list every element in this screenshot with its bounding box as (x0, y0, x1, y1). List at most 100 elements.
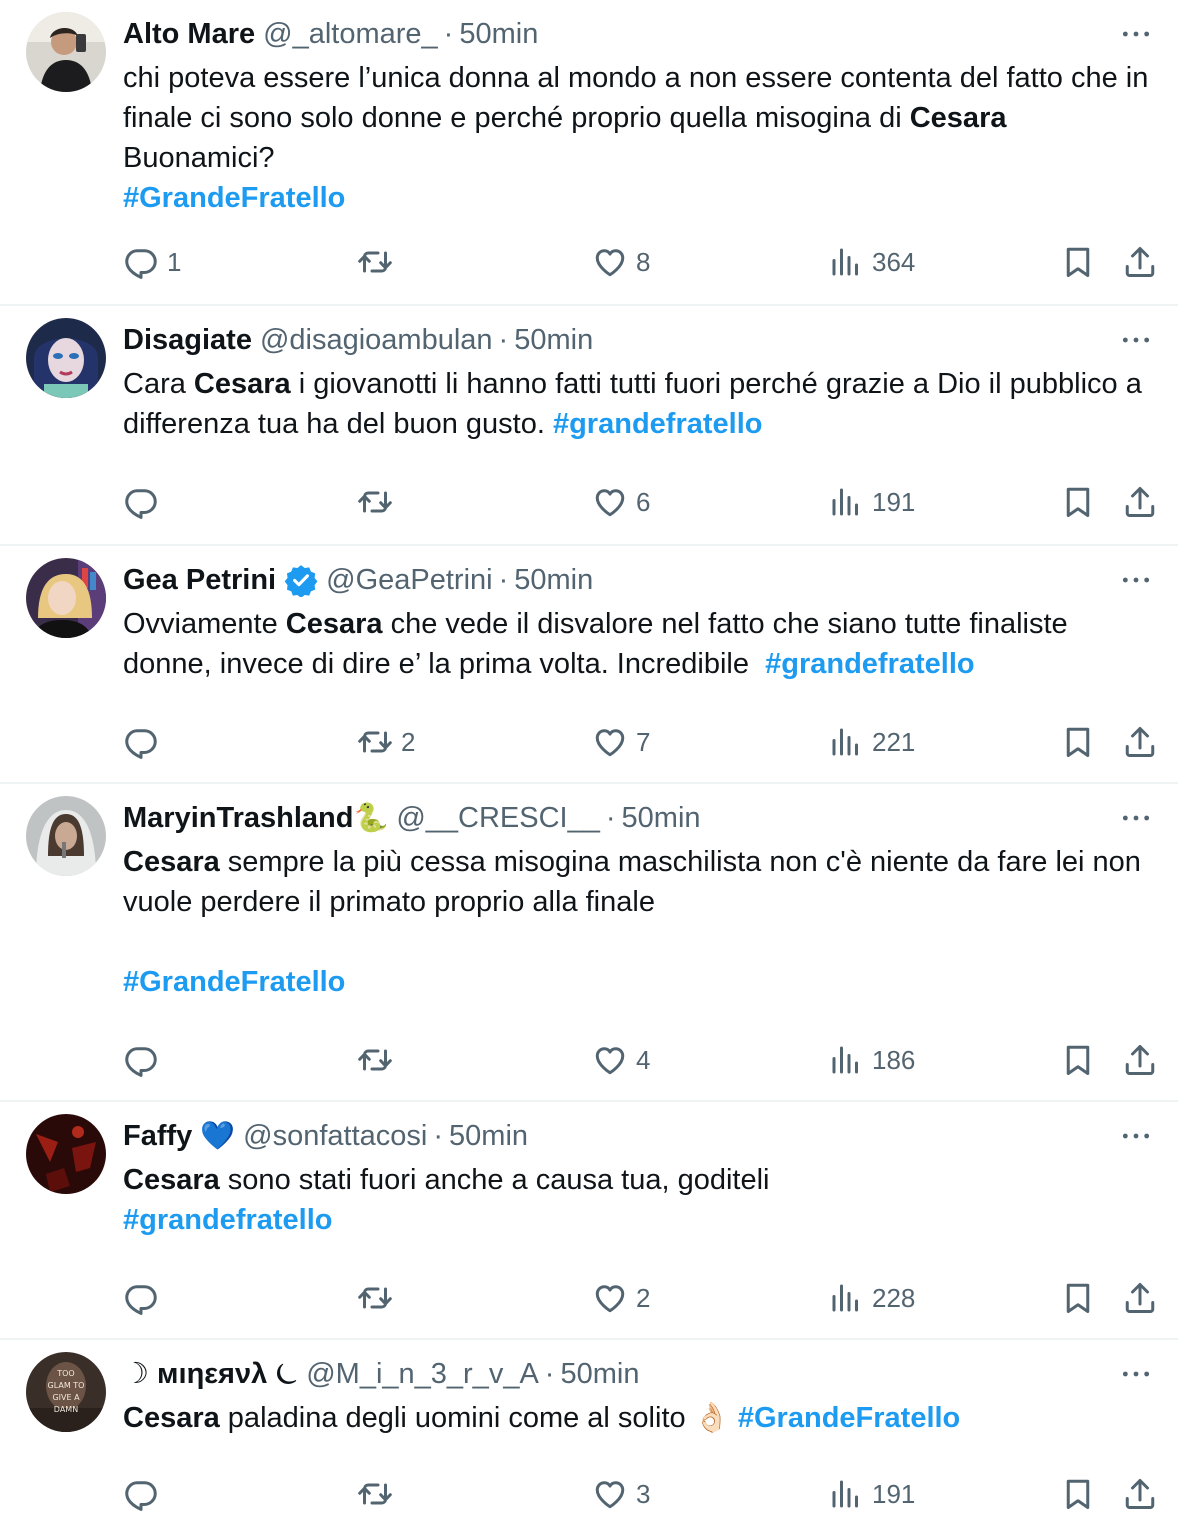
views-button[interactable]: 221 (828, 722, 915, 762)
reply-button[interactable] (123, 1474, 167, 1514)
avatar-caption-line: TOO (56, 1369, 74, 1378)
more-icon[interactable] (1118, 1354, 1154, 1394)
avatar[interactable] (26, 1114, 106, 1194)
views-icon (828, 724, 864, 760)
tweet[interactable]: MaryinTrashland 🐍 @__CRESCI__ · 50min Ces… (0, 784, 1178, 1102)
tweet-actions: 2 228 (0, 1278, 1178, 1318)
reply-button[interactable] (123, 1278, 167, 1318)
views-button[interactable]: 364 (828, 242, 915, 282)
display-name[interactable]: ☽ мıηεяνλ ⏾ (123, 1354, 298, 1394)
display-name[interactable]: MaryinTrashland (123, 798, 353, 838)
more-icon[interactable] (1118, 560, 1154, 600)
avatar[interactable] (26, 318, 106, 398)
hashtag-link[interactable]: #grandefratello (765, 648, 975, 680)
highlighted-keyword: Cesara (123, 1402, 220, 1434)
timestamp[interactable]: 50min (622, 798, 701, 838)
reply-button[interactable] (123, 1040, 167, 1080)
like-button[interactable]: 6 (592, 482, 650, 522)
avatar[interactable] (26, 12, 106, 92)
views-button[interactable]: 191 (828, 482, 915, 522)
share-button[interactable] (1122, 1278, 1158, 1318)
like-button[interactable]: 2 (592, 1278, 650, 1318)
display-name[interactable]: Disagiate (123, 320, 252, 360)
tweet-text: Cesara paladina degli uomini come al sol… (123, 1398, 1153, 1438)
views-icon (828, 1280, 864, 1316)
share-icon (1122, 484, 1158, 520)
bookmark-icon (1060, 244, 1096, 280)
share-button[interactable] (1122, 722, 1158, 762)
user-handle[interactable]: @__CRESCI__ (396, 798, 600, 838)
reply-button[interactable]: 1 (123, 242, 181, 282)
user-handle[interactable]: @disagioambulan (260, 320, 493, 360)
user-handle[interactable]: @_altomare_ (263, 14, 438, 54)
like-icon (592, 484, 628, 520)
timestamp[interactable]: 50min (449, 1116, 528, 1156)
like-button[interactable]: 4 (592, 1040, 650, 1080)
hashtag-link[interactable]: #GrandeFratello (123, 182, 345, 214)
retweet-button[interactable] (357, 242, 401, 282)
timestamp[interactable]: 50min (459, 14, 538, 54)
retweet-button[interactable] (357, 1474, 401, 1514)
tweet-text-part: Cara (123, 368, 194, 400)
avatar[interactable] (26, 558, 106, 638)
more-icon[interactable] (1118, 798, 1154, 838)
share-button[interactable] (1122, 1040, 1158, 1080)
user-handle[interactable]: @GeaPetrini (326, 560, 492, 600)
display-name[interactable]: Faffy (123, 1116, 192, 1156)
timestamp[interactable]: 50min (514, 560, 593, 600)
tweet-text: Cesara sono stati fuori anche a causa tu… (123, 1160, 1153, 1240)
user-handle[interactable]: @M_i_n_3_r_v_A (306, 1354, 539, 1394)
hashtag-link[interactable]: #GrandeFratello (123, 966, 345, 998)
tweet[interactable]: Gea Petrini @GeaPetrini · 50min Ovviamen… (0, 546, 1178, 784)
retweet-count: 2 (401, 726, 416, 757)
tweet[interactable]: Alto Mare @_altomare_ · 50min chi poteva… (0, 0, 1178, 306)
user-handle[interactable]: @sonfattacosi (243, 1116, 427, 1156)
reply-icon (123, 1476, 159, 1512)
share-icon (1122, 1476, 1158, 1512)
reply-button[interactable] (123, 722, 167, 762)
like-button[interactable]: 3 (592, 1474, 650, 1514)
share-button[interactable] (1122, 1474, 1158, 1514)
share-button[interactable] (1122, 242, 1158, 282)
more-icon[interactable] (1118, 14, 1154, 54)
avatar[interactable] (26, 796, 106, 876)
bookmark-button[interactable] (1060, 1040, 1096, 1080)
like-count: 7 (636, 726, 651, 757)
more-icon[interactable] (1118, 320, 1154, 360)
retweet-button[interactable] (357, 482, 401, 522)
tweet[interactable]: Disagiate @disagioambulan · 50min Cara C… (0, 306, 1178, 546)
bookmark-button[interactable] (1060, 1278, 1096, 1318)
hashtag-link[interactable]: #grandefratello (553, 408, 763, 440)
display-name[interactable]: Gea Petrini (123, 560, 276, 600)
more-icon[interactable] (1118, 1116, 1154, 1156)
retweet-button[interactable]: 2 (357, 722, 415, 762)
tweet[interactable]: Faffy 💙 @sonfattacosi · 50min Cesara sono… (0, 1102, 1178, 1340)
timestamp[interactable]: 50min (514, 320, 593, 360)
bookmark-button[interactable] (1060, 242, 1096, 282)
bookmark-button[interactable] (1060, 1474, 1096, 1514)
retweet-button[interactable] (357, 1278, 401, 1318)
retweet-icon (357, 1042, 393, 1078)
retweet-button[interactable] (357, 1040, 401, 1080)
like-button[interactable]: 7 (592, 722, 650, 762)
timestamp[interactable]: 50min (560, 1354, 639, 1394)
reply-icon (123, 484, 159, 520)
retweet-icon (357, 1280, 393, 1316)
avatar-caption-line: DAMN (54, 1405, 78, 1414)
reply-button[interactable] (123, 482, 167, 522)
ok-hand-emoji: 👌🏻 (693, 1402, 730, 1434)
avatar-caption-line: GIVE A (52, 1393, 80, 1402)
views-button[interactable]: 228 (828, 1278, 915, 1318)
avatar[interactable]: TOO GLAM TO GIVE A DAMN (26, 1352, 106, 1432)
display-name[interactable]: Alto Mare (123, 14, 255, 54)
views-button[interactable]: 191 (828, 1474, 915, 1514)
hashtag-link[interactable]: #GrandeFratello (738, 1402, 960, 1434)
share-button[interactable] (1122, 482, 1158, 522)
hashtag-link[interactable]: #grandefratello (123, 1204, 333, 1236)
tweet[interactable]: TOO GLAM TO GIVE A DAMN ☽ мıηεяνλ ⏾ @M_i… (0, 1340, 1178, 1534)
bookmark-button[interactable] (1060, 482, 1096, 522)
views-count: 221 (872, 726, 916, 757)
like-button[interactable]: 8 (592, 242, 650, 282)
bookmark-button[interactable] (1060, 722, 1096, 762)
views-button[interactable]: 186 (828, 1040, 915, 1080)
